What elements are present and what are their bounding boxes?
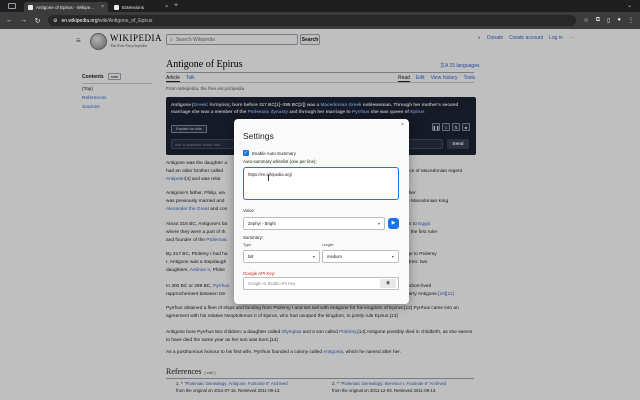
text-cursor-icon [268,175,269,181]
voice-value: Zephyr - Bright [248,221,276,226]
chevron-down-icon: ▾ [377,221,380,226]
api-key-label: Google API Key: [243,271,276,276]
settings-modal: × Settings ✓ Enable Auto-Summary Auto-su… [234,119,409,304]
tab-title: Antigone of Epirus - Wikipe... [36,4,95,10]
voice-label: Voice: [243,208,255,213]
puzzle-icon [114,4,119,10]
forward-button[interactable]: → [20,17,27,24]
reload-button[interactable]: ↻ [34,17,41,25]
new-tab-button[interactable]: + [174,2,178,9]
tab-antigone[interactable]: Antigone of Epirus - Wikipe... × [24,2,108,12]
address-toolbar: ← → ↻ ⚙ en.wikipedia.org/wiki/Antigone_o… [0,12,640,29]
api-key-placeholder: Google AI Studio API Key [248,281,296,286]
chevron-down-icon: ▾ [391,254,394,259]
wikipedia-favicon-icon [28,4,33,10]
enable-auto-summary-row[interactable]: ✓ Enable Auto-Summary [243,150,296,156]
back-button[interactable]: ← [6,17,13,24]
modal-title: Settings [243,131,274,141]
whitelist-textarea[interactable]: https://en.wikipedia.org/ [243,167,399,200]
tab-list-chevron-icon[interactable]: ⌄ [627,2,632,9]
voice-select[interactable]: Zephyr - Bright ▾ [243,217,385,230]
summary-type-select[interactable]: tldr ▾ [243,250,320,263]
type-value: tldr [248,254,254,259]
close-tab-icon[interactable]: × [101,4,104,10]
extensions-icon[interactable]: ⧉ [596,17,600,24]
close-icon[interactable]: × [401,122,404,128]
whitelist-label: Auto-summary whitelist (one per line): [243,159,317,164]
url-bar[interactable]: ⚙ en.wikipedia.org/wiki/Antigone_of_Epir… [48,15,577,26]
tab-title: Extensions [122,4,145,10]
api-key-input[interactable]: Google AI Studio API Key ◉ [243,277,399,290]
whitelist-value: https://en.wikipedia.org/ [248,172,292,177]
chevron-down-icon: ▾ [312,254,315,259]
enable-auto-summary-label: Enable Auto-Summary [252,150,296,156]
sidepanel-icon[interactable]: ▯ [607,17,610,24]
eye-off-icon[interactable]: ◉ [380,279,396,288]
site-info-icon[interactable]: ⚙ [53,18,57,24]
checkbox-checked-icon[interactable]: ✓ [243,150,249,156]
url-domain: en.wikipedia.org [61,17,98,24]
type-label: Type: [243,243,252,247]
play-voice-button[interactable]: ▶ [388,218,399,229]
length-value: medium [327,254,342,259]
summary-label: Summary: [243,235,264,240]
url-path: /wiki/Antigone_of_Epirus [97,17,153,24]
profile-icon[interactable]: ● [617,17,621,24]
close-tab-icon[interactable]: × [165,4,168,10]
tab-extensions[interactable]: Extensions × [110,2,172,12]
tab-search-icon[interactable] [8,3,16,9]
browser-menu-icon[interactable]: ⋮ [628,17,634,24]
length-label: Length: [322,243,334,247]
bookmark-star-icon[interactable]: ☆ [583,17,588,24]
browser-tab-bar: Antigone of Epirus - Wikipe... × Extensi… [0,0,640,12]
summary-length-select[interactable]: medium ▾ [322,250,399,263]
